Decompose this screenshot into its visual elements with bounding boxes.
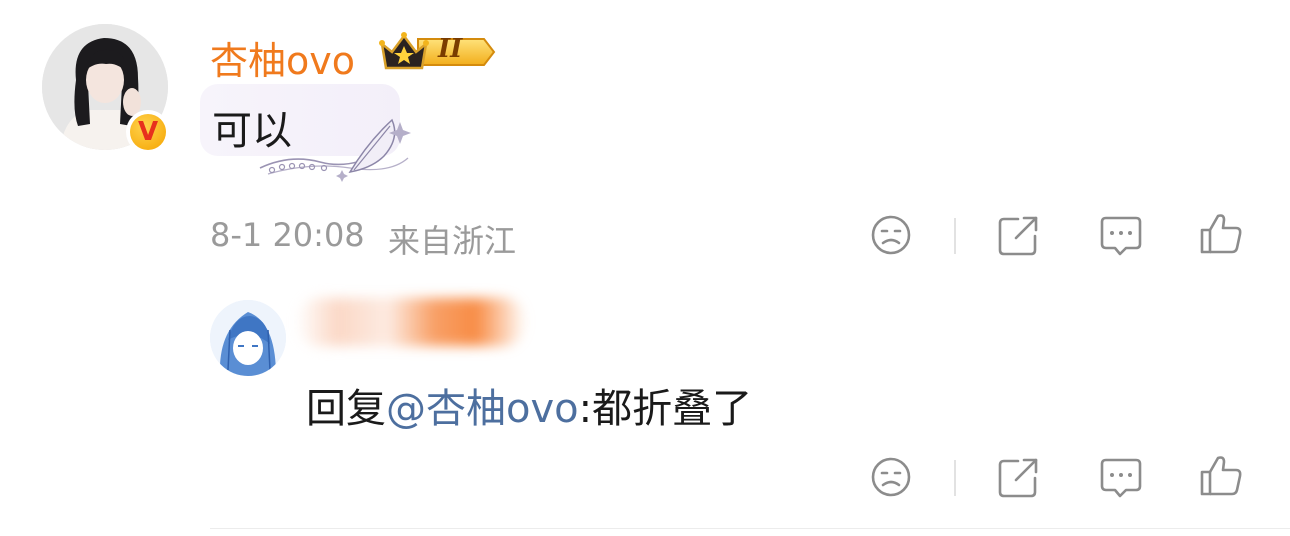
comment-location: 来自浙江 (388, 222, 517, 260)
share-icon[interactable] (996, 212, 1042, 258)
username[interactable]: 杏柚ovo (210, 30, 355, 85)
comment-date: 8-1 20:08 (210, 216, 365, 254)
share-icon[interactable] (996, 454, 1042, 500)
dislike-icon[interactable] (868, 454, 914, 500)
comment-text: 可以 (212, 108, 292, 154)
reply-text: 回复@杏柚ovo:都折叠了 (306, 376, 752, 434)
reply-avatar-illustration-icon (210, 300, 286, 376)
reply-body: :都折叠了 (578, 386, 753, 432)
mention-link[interactable]: @杏柚ovo (386, 386, 579, 432)
crown-icon (379, 32, 496, 70)
blurred-username (296, 298, 526, 346)
dislike-icon[interactable] (868, 212, 914, 258)
vip-badge-label: V (130, 114, 166, 150)
rank-badge: II (378, 30, 496, 74)
action-divider (954, 218, 956, 254)
vip-badge: V (126, 110, 170, 154)
rank-badge-label: II (438, 34, 463, 64)
like-icon[interactable] (1198, 210, 1244, 256)
reply-prefix: 回复 (306, 386, 386, 432)
comment-separator (210, 528, 1290, 529)
action-divider (954, 460, 956, 496)
comment-icon[interactable] (1098, 212, 1144, 258)
like-icon[interactable] (1198, 452, 1244, 498)
reply-avatar[interactable] (210, 300, 286, 376)
comment-icon[interactable] (1098, 454, 1144, 500)
